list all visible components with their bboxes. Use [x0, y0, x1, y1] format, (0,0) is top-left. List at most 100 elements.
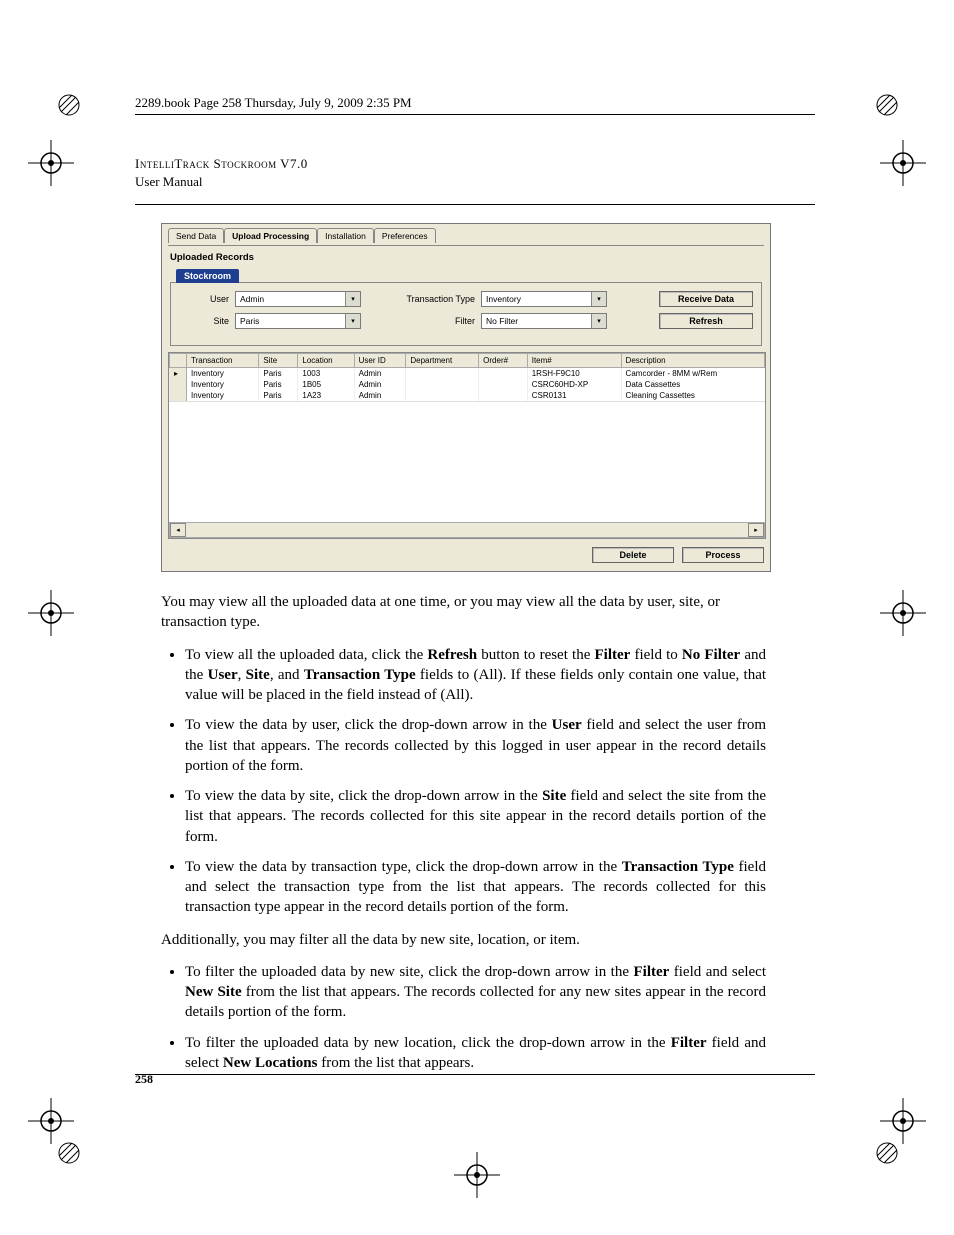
- tab-upload-processing[interactable]: Upload Processing: [224, 228, 317, 243]
- cell-transaction: Inventory: [187, 368, 259, 380]
- site-value: Paris: [240, 316, 259, 326]
- cell-site: Paris: [259, 379, 298, 390]
- footer-rule: [135, 1074, 815, 1075]
- chevron-down-icon: ▾: [345, 314, 360, 328]
- cell-item: CSRC60HD-XP: [527, 379, 621, 390]
- chevron-down-icon: ▾: [591, 292, 606, 306]
- registration-mark-icon: [880, 140, 926, 186]
- cell-userid: Admin: [354, 390, 406, 401]
- records-grid[interactable]: Transaction Site Location User ID Depart…: [168, 352, 766, 539]
- hatched-circle-icon: [58, 94, 80, 116]
- col-userid[interactable]: User ID: [354, 354, 406, 368]
- cell-department: [406, 379, 479, 390]
- ttype-value: Inventory: [486, 294, 521, 304]
- subtab-stockroom[interactable]: Stockroom: [176, 269, 239, 283]
- list-item: To view all the uploaded data, click the…: [185, 645, 766, 706]
- para-additional: Additionally, you may filter all the dat…: [161, 930, 766, 950]
- tab-send-data[interactable]: Send Data: [168, 228, 224, 243]
- ttype-label: Transaction Type: [385, 294, 475, 304]
- doc-type: User Manual: [135, 173, 815, 191]
- hatched-circle-icon: [58, 1142, 80, 1164]
- tab-preferences[interactable]: Preferences: [374, 228, 436, 243]
- tab-bar: Send Data Upload Processing Installation…: [168, 228, 764, 243]
- user-value: Admin: [240, 294, 264, 304]
- horizontal-scrollbar[interactable]: ◂ ▸: [169, 522, 765, 538]
- registration-mark-icon: [28, 590, 74, 636]
- cell-order: [479, 390, 528, 401]
- tab-installation[interactable]: Installation: [317, 228, 374, 243]
- col-site[interactable]: Site: [259, 354, 298, 368]
- refresh-button[interactable]: Refresh: [659, 313, 753, 329]
- cell-order: [479, 368, 528, 380]
- cell-site: Paris: [259, 390, 298, 401]
- chevron-down-icon: ▾: [591, 314, 606, 328]
- ttype-select[interactable]: Inventory ▾: [481, 291, 607, 307]
- row-marker: [170, 379, 187, 390]
- cell-site: Paris: [259, 368, 298, 380]
- cell-location: 1A23: [298, 390, 354, 401]
- filter-label: Filter: [385, 316, 475, 326]
- row-marker-header: [170, 354, 187, 368]
- body-text: You may view all the uploaded data at on…: [161, 592, 766, 1073]
- cell-description: Cleaning Cassettes: [621, 390, 764, 401]
- hatched-circle-icon: [876, 94, 898, 116]
- col-location[interactable]: Location: [298, 354, 354, 368]
- cell-department: [406, 390, 479, 401]
- para-intro: You may view all the uploaded data at on…: [161, 592, 766, 633]
- list-item: To filter the uploaded data by new site,…: [185, 962, 766, 1023]
- list-item: To filter the uploaded data by new locat…: [185, 1033, 766, 1074]
- receive-data-button[interactable]: Receive Data: [659, 291, 753, 307]
- cell-location: 1003: [298, 368, 354, 380]
- process-button[interactable]: Process: [682, 547, 764, 563]
- filter-value: No Filter: [486, 316, 518, 326]
- chevron-down-icon: ▾: [345, 292, 360, 306]
- book-meta-text: 2289.book Page 258 Thursday, July 9, 200…: [135, 95, 412, 110]
- filter-panel: User Admin ▾ Transaction Type Inventory …: [170, 282, 762, 346]
- registration-mark-icon: [28, 1098, 74, 1144]
- cell-description: Data Cassettes: [621, 379, 764, 390]
- col-description[interactable]: Description: [621, 354, 764, 368]
- table-row[interactable]: ▸InventoryParis1003Admin 1RSH-F9C10Camcor…: [170, 368, 765, 380]
- list-item: To view the data by user, click the drop…: [185, 715, 766, 776]
- app-window: Send Data Upload Processing Installation…: [161, 223, 771, 572]
- cell-transaction: Inventory: [187, 379, 259, 390]
- cell-item: CSR0131: [527, 390, 621, 401]
- registration-mark-icon: [454, 1152, 500, 1198]
- registration-mark-icon: [880, 590, 926, 636]
- list-item: To view the data by transaction type, cl…: [185, 857, 766, 918]
- col-item[interactable]: Item#: [527, 354, 621, 368]
- section-title: Uploaded Records: [170, 252, 764, 263]
- registration-mark-icon: [28, 140, 74, 186]
- scroll-right-icon[interactable]: ▸: [748, 523, 764, 537]
- hatched-circle-icon: [876, 1142, 898, 1164]
- cell-item: 1RSH-F9C10: [527, 368, 621, 380]
- cell-location: 1B05: [298, 379, 354, 390]
- user-select[interactable]: Admin ▾: [235, 291, 361, 307]
- page-number: 258: [135, 1072, 153, 1087]
- col-department[interactable]: Department: [406, 354, 479, 368]
- row-marker: ▸: [170, 368, 187, 380]
- cell-department: [406, 368, 479, 380]
- filter-select[interactable]: No Filter ▾: [481, 313, 607, 329]
- site-label: Site: [179, 316, 229, 326]
- table-row[interactable]: InventoryParis1A23Admin CSR0131Cleaning C…: [170, 390, 765, 401]
- row-marker: [170, 390, 187, 401]
- cell-transaction: Inventory: [187, 390, 259, 401]
- list-item: To view the data by site, click the drop…: [185, 786, 766, 847]
- page-header: IntelliTrack Stockroom V7.0 User Manual: [135, 155, 815, 190]
- grid-empty-area: [169, 401, 765, 522]
- header-rule: [135, 204, 815, 205]
- col-transaction[interactable]: Transaction: [187, 354, 259, 368]
- product-title: IntelliTrack Stockroom V7.0: [135, 155, 815, 173]
- cell-userid: Admin: [354, 379, 406, 390]
- scroll-left-icon[interactable]: ◂: [170, 523, 186, 537]
- cell-order: [479, 379, 528, 390]
- book-meta-line: 2289.book Page 258 Thursday, July 9, 200…: [135, 95, 815, 115]
- user-label: User: [179, 294, 229, 304]
- cell-userid: Admin: [354, 368, 406, 380]
- site-select[interactable]: Paris ▾: [235, 313, 361, 329]
- col-order[interactable]: Order#: [479, 354, 528, 368]
- table-row[interactable]: InventoryParis1B05Admin CSRC60HD-XPData C…: [170, 379, 765, 390]
- delete-button[interactable]: Delete: [592, 547, 674, 563]
- cell-description: Camcorder - 8MM w/Rem: [621, 368, 764, 380]
